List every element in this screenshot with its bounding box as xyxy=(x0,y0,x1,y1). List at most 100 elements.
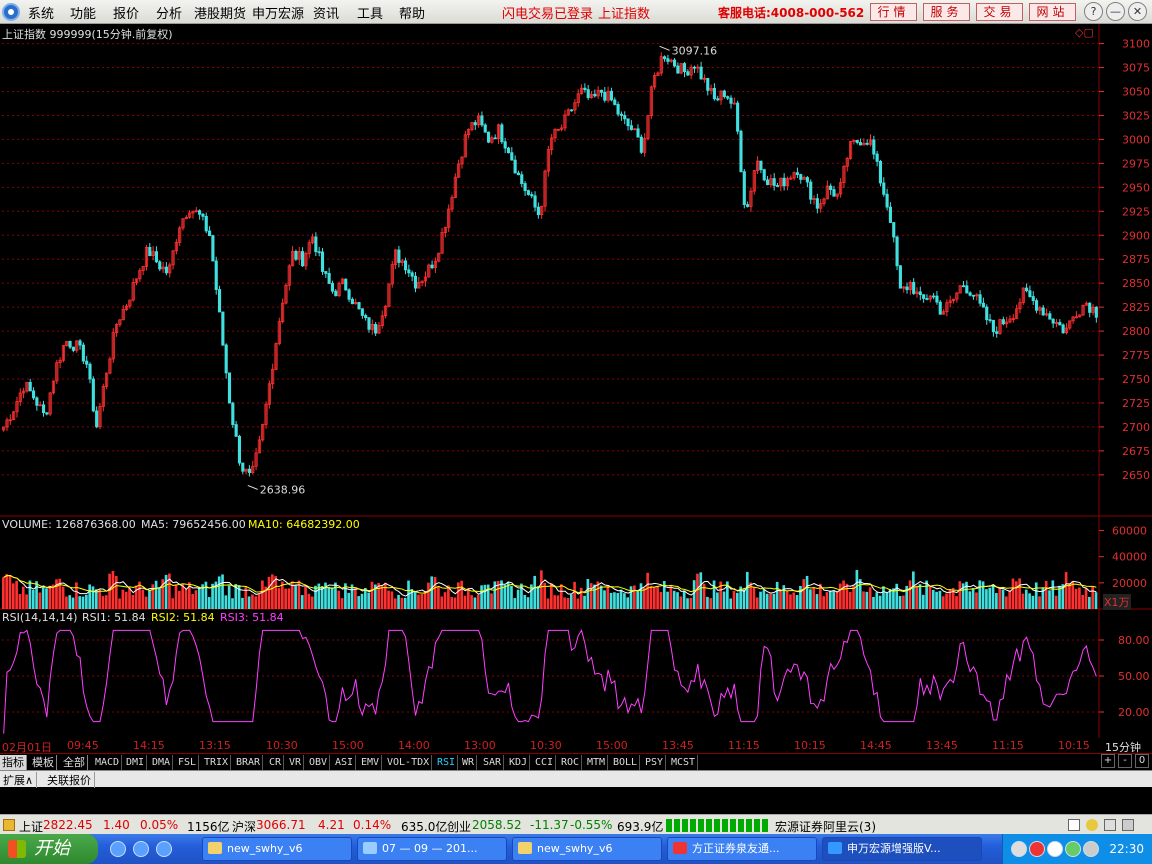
menu-tools[interactable]: 工具 xyxy=(357,3,383,22)
tray-icon[interactable] xyxy=(1083,841,1099,857)
candle-body xyxy=(898,265,902,289)
indicator-psy[interactable]: PSY xyxy=(643,755,667,770)
indicator-roc[interactable]: ROC xyxy=(559,755,583,770)
reset-button[interactable]: 0 xyxy=(1135,754,1149,768)
volume-bar xyxy=(971,588,975,609)
ie-icon[interactable] xyxy=(133,841,149,857)
indicator-dma[interactable]: DMA xyxy=(150,755,174,770)
volume-bar xyxy=(8,575,12,609)
volume-bar xyxy=(390,591,394,609)
indicator-kdj[interactable]: KDJ xyxy=(507,755,531,770)
volume-bar xyxy=(629,586,633,609)
tab-extend[interactable]: 扩展∧ xyxy=(0,772,38,788)
volume-bar xyxy=(769,593,772,609)
indicator-boll[interactable]: BOLL xyxy=(611,755,641,770)
taskbar-item[interactable]: 方正证券泉友通... xyxy=(667,837,817,861)
status-icon[interactable] xyxy=(3,819,15,831)
candle-body xyxy=(878,160,883,184)
hs-label: 沪深 xyxy=(232,820,257,834)
trade-button[interactable]: 交易 xyxy=(976,3,1023,21)
indicator-vol-tdx[interactable]: VOL-TDX xyxy=(385,755,433,770)
service-button[interactable]: 服务 xyxy=(923,3,970,21)
menu-hk-futures[interactable]: 港股期货 xyxy=(194,3,246,22)
tab-templates[interactable]: 模板 xyxy=(30,755,57,770)
start-button[interactable]: 开始 xyxy=(0,834,98,864)
app-logo-icon[interactable] xyxy=(2,3,20,21)
indicator-macd[interactable]: MACD xyxy=(93,755,123,770)
indicator-obv[interactable]: OBV xyxy=(307,755,331,770)
settings-icon[interactable] xyxy=(1122,819,1134,831)
indicator-fsl[interactable]: FSL xyxy=(176,755,200,770)
candle-body xyxy=(1061,324,1065,334)
menu-quotes[interactable]: 报价 xyxy=(113,3,139,22)
tray-icon[interactable] xyxy=(1029,841,1045,857)
taskbar-item-active[interactable]: 申万宏源增强版V... xyxy=(822,837,982,861)
indicator-brar[interactable]: BRAR xyxy=(234,755,264,770)
volume-bar xyxy=(1001,589,1005,609)
tab-indicators[interactable]: 指标 xyxy=(0,755,27,770)
indicator-cr[interactable]: CR xyxy=(267,755,285,770)
menu-swhy[interactable]: 申万宏源 xyxy=(252,3,304,22)
menu-news[interactable]: 资讯 xyxy=(313,3,339,22)
close-icon[interactable]: ✕ xyxy=(1128,2,1147,21)
minimize-icon[interactable]: — xyxy=(1106,2,1125,21)
website-button[interactable]: 网站 xyxy=(1029,3,1076,21)
zoom-out-button[interactable]: - xyxy=(1118,754,1132,768)
desktop-icon[interactable] xyxy=(156,841,172,857)
low-marker xyxy=(247,484,258,490)
menu-functions[interactable]: 功能 xyxy=(70,3,96,22)
windows-flag-icon xyxy=(8,840,26,858)
chart-corner-icons[interactable]: ◇▢ xyxy=(1075,26,1094,39)
bulb-icon[interactable] xyxy=(1086,819,1098,831)
menu-system[interactable]: 系统 xyxy=(28,3,54,22)
indicator-sar[interactable]: SAR xyxy=(481,755,505,770)
window-icon[interactable] xyxy=(1068,819,1080,831)
volume-bar xyxy=(978,580,982,609)
volume-bar xyxy=(45,588,48,609)
taskbar-item[interactable]: new_swhy_v6 xyxy=(512,837,662,861)
tray-icon[interactable] xyxy=(1011,841,1027,857)
tab-all[interactable]: 全部 xyxy=(61,755,88,770)
volume-bar xyxy=(1091,586,1095,609)
volume-bar xyxy=(931,589,935,609)
candle-body xyxy=(699,66,703,80)
indicator-wr[interactable]: WR xyxy=(460,755,478,770)
menu-help[interactable]: 帮助 xyxy=(399,3,425,22)
candle-body xyxy=(397,249,401,263)
market-button[interactable]: 行情 xyxy=(870,3,917,21)
ie-icon[interactable] xyxy=(110,841,126,857)
tray-icon[interactable] xyxy=(1065,841,1081,857)
chart-area[interactable]: 2650 2675 2700 2725 2750 2775 2800 2825 2850 2875… xyxy=(0,24,1152,738)
taskbar-item[interactable]: new_swhy_v6 xyxy=(202,837,352,861)
volume-bar xyxy=(1088,596,1091,609)
indicator-mtm[interactable]: MTM xyxy=(585,755,609,770)
zoom-in-button[interactable]: + xyxy=(1101,754,1115,768)
candle-body xyxy=(91,378,95,412)
indicator-cci[interactable]: CCI xyxy=(533,755,557,770)
volume-bar xyxy=(1084,588,1088,609)
menu-analysis[interactable]: 分析 xyxy=(156,3,182,22)
help-icon[interactable]: ? xyxy=(1084,2,1103,21)
volume-bar xyxy=(908,580,912,609)
volume-bar xyxy=(284,588,287,609)
flash-trade-status[interactable]: 闪电交易已登录 xyxy=(502,3,593,22)
volume-bar xyxy=(603,590,606,609)
indicator-rsi[interactable]: RSI xyxy=(435,755,459,770)
indicator-dmi[interactable]: DMI xyxy=(124,755,148,770)
tray-icon[interactable] xyxy=(1047,841,1063,857)
broker-server[interactable]: 宏源证券阿里云(3) xyxy=(775,818,876,835)
indicator-vr[interactable]: VR xyxy=(287,755,305,770)
kline-chart[interactable]: 2650 2675 2700 2725 2750 2775 2800 2825 2850 2875… xyxy=(0,24,1152,738)
indicator-mcst[interactable]: MCST xyxy=(669,755,699,770)
indicator-asi[interactable]: ASI xyxy=(333,755,357,770)
tab-related-quotes[interactable]: 关联报价 xyxy=(44,772,95,788)
volume-bar xyxy=(254,596,258,609)
indicator-trix[interactable]: TRIX xyxy=(202,755,232,770)
taskbar-item[interactable]: 07 — 09 — 201... xyxy=(357,837,507,861)
candle-body xyxy=(623,115,627,120)
current-symbol-link[interactable]: 上证指数 xyxy=(598,3,650,22)
candle-body xyxy=(922,294,926,299)
lock-icon[interactable] xyxy=(1104,819,1116,831)
indicator-emv[interactable]: EMV xyxy=(359,755,383,770)
volume-bar xyxy=(466,588,470,609)
